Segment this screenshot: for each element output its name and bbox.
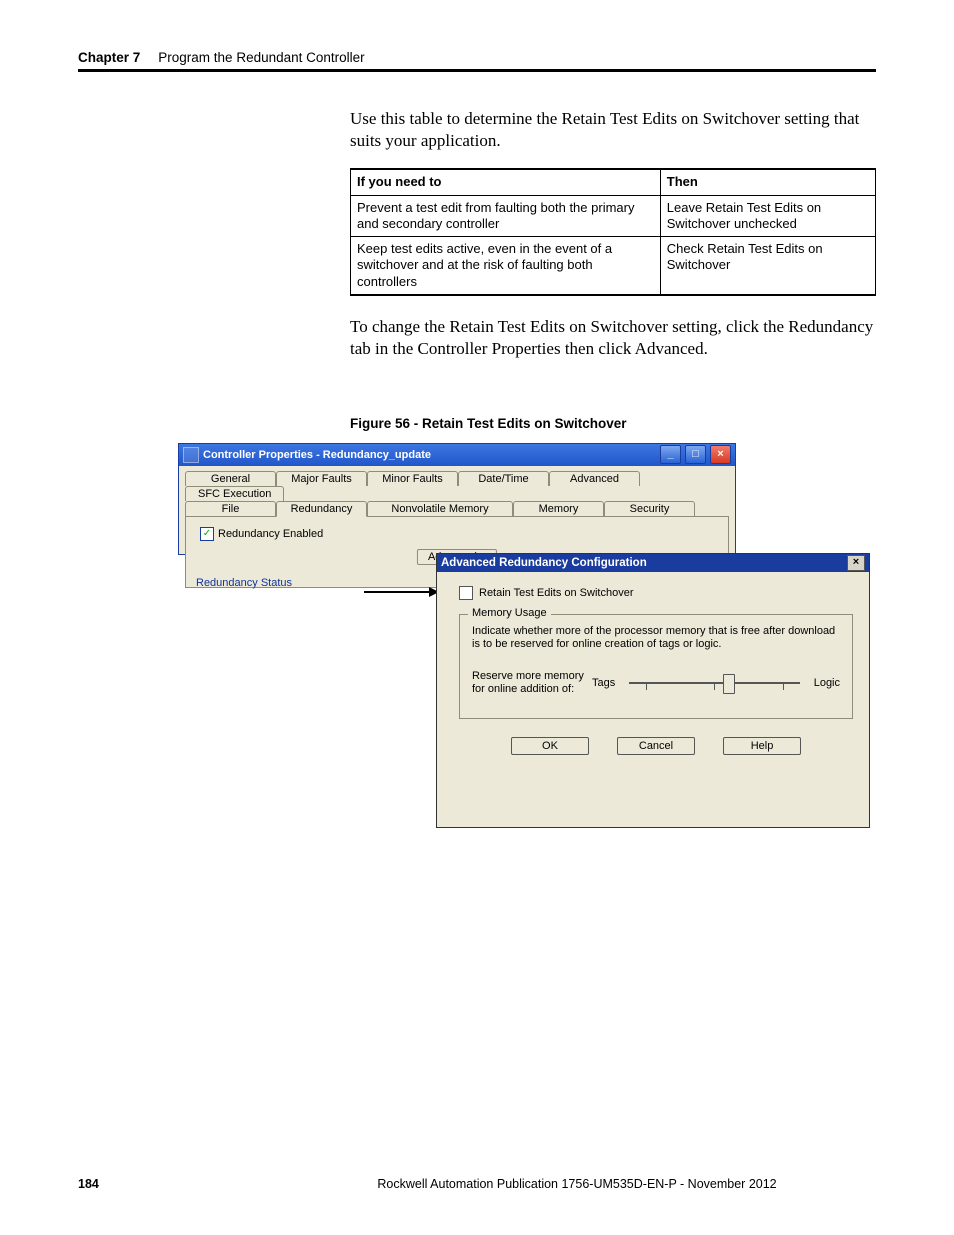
tab-redundancy[interactable]: Redundancy [276, 501, 367, 517]
table-cell: Prevent a test edit from faulting both t… [351, 195, 661, 237]
callout-arrow [364, 591, 438, 594]
cutoff-text: Redundancy Status [196, 577, 292, 589]
retain-test-edits-checkbox[interactable]: Retain Test Edits on Switchover [459, 586, 853, 600]
figure-caption: Figure 56 - Retain Test Edits on Switcho… [350, 415, 876, 433]
tab-memory[interactable]: Memory [513, 501, 604, 517]
group-description: Indicate whether more of the processor m… [472, 625, 840, 653]
page-footer: 184 Rockwell Automation Publication 1756… [78, 1177, 876, 1191]
app-icon [183, 447, 199, 463]
tab-major-faults[interactable]: Major Faults [276, 471, 367, 486]
tab-nonvolatile[interactable]: Nonvolatile Memory [367, 501, 513, 517]
slider-thumb[interactable] [723, 674, 735, 694]
tab-row-1: General Major Faults Minor Faults Date/T… [179, 466, 735, 500]
tab-advanced[interactable]: Advanced [549, 471, 640, 486]
memory-usage-group: Memory Usage Indicate whether more of th… [459, 614, 853, 720]
table-header-then: Then [660, 169, 875, 195]
figure-56: Controller Properties - Redundancy_updat… [178, 443, 868, 829]
slider-label: Reserve more memory for online addition … [472, 670, 592, 696]
slider-end-logic: Logic [814, 677, 840, 689]
tab-minor-faults[interactable]: Minor Faults [367, 471, 458, 486]
chapter-title: Program the Redundant Controller [158, 50, 364, 65]
checkbox-icon: ✓ [200, 527, 214, 541]
slider-track[interactable] [629, 682, 799, 684]
close-button[interactable]: × [710, 445, 731, 464]
checkbox-label: Retain Test Edits on Switchover [479, 587, 633, 599]
table-cell: Leave Retain Test Edits on Switchover un… [660, 195, 875, 237]
table-row: Prevent a test edit from faulting both t… [351, 195, 876, 237]
tab-sfc[interactable]: SFC Execution [185, 486, 284, 501]
maximize-button[interactable]: □ [685, 445, 706, 464]
dialog-button-row: OK Cancel Help [459, 737, 853, 755]
dialog-titlebar[interactable]: Advanced Redundancy Configuration × [437, 554, 869, 572]
advanced-redundancy-dialog: Advanced Redundancy Configuration × Reta… [436, 553, 870, 828]
publication-line: Rockwell Automation Publication 1756-UM5… [278, 1177, 876, 1191]
intro-paragraph-1: Use this table to determine the Retain T… [350, 108, 876, 153]
titlebar[interactable]: Controller Properties - Redundancy_updat… [179, 444, 735, 466]
slider-end-tags: Tags [592, 677, 615, 689]
minimize-button[interactable]: _ [660, 445, 681, 464]
body-column: Use this table to determine the Retain T… [350, 108, 876, 433]
checkbox-label: Redundancy Enabled [218, 528, 323, 540]
chapter-number: Chapter 7 [78, 50, 140, 65]
page-number: 184 [78, 1177, 278, 1191]
cancel-button[interactable]: Cancel [617, 737, 695, 755]
controller-properties-window: Controller Properties - Redundancy_updat… [178, 443, 736, 555]
tab-file[interactable]: File [185, 501, 276, 517]
table-header-need: If you need to [351, 169, 661, 195]
redundancy-enabled-checkbox[interactable]: ✓ Redundancy Enabled [196, 527, 718, 541]
page-header: Chapter 7 Program the Redundant Controll… [78, 50, 876, 65]
dialog-title: Advanced Redundancy Configuration [441, 557, 647, 569]
table-cell: Keep test edits active, even in the even… [351, 237, 661, 295]
dialog-close-button[interactable]: × [847, 555, 865, 571]
tab-general[interactable]: General [185, 471, 276, 486]
table-row: Keep test edits active, even in the even… [351, 237, 876, 295]
memory-slider[interactable]: Tags Logic [592, 677, 840, 689]
tab-row-2: File Redundancy Nonvolatile Memory Memor… [179, 500, 735, 516]
tab-security[interactable]: Security [604, 501, 695, 517]
help-button[interactable]: Help [723, 737, 801, 755]
header-rule [78, 69, 876, 72]
checkbox-icon [459, 586, 473, 600]
tab-date-time[interactable]: Date/Time [458, 471, 549, 486]
group-legend: Memory Usage [468, 607, 551, 619]
decision-table: If you need to Then Prevent a test edit … [350, 168, 876, 296]
intro-paragraph-2: To change the Retain Test Edits on Switc… [350, 316, 876, 361]
window-title: Controller Properties - Redundancy_updat… [203, 449, 431, 461]
ok-button[interactable]: OK [511, 737, 589, 755]
table-cell: Check Retain Test Edits on Switchover [660, 237, 875, 295]
